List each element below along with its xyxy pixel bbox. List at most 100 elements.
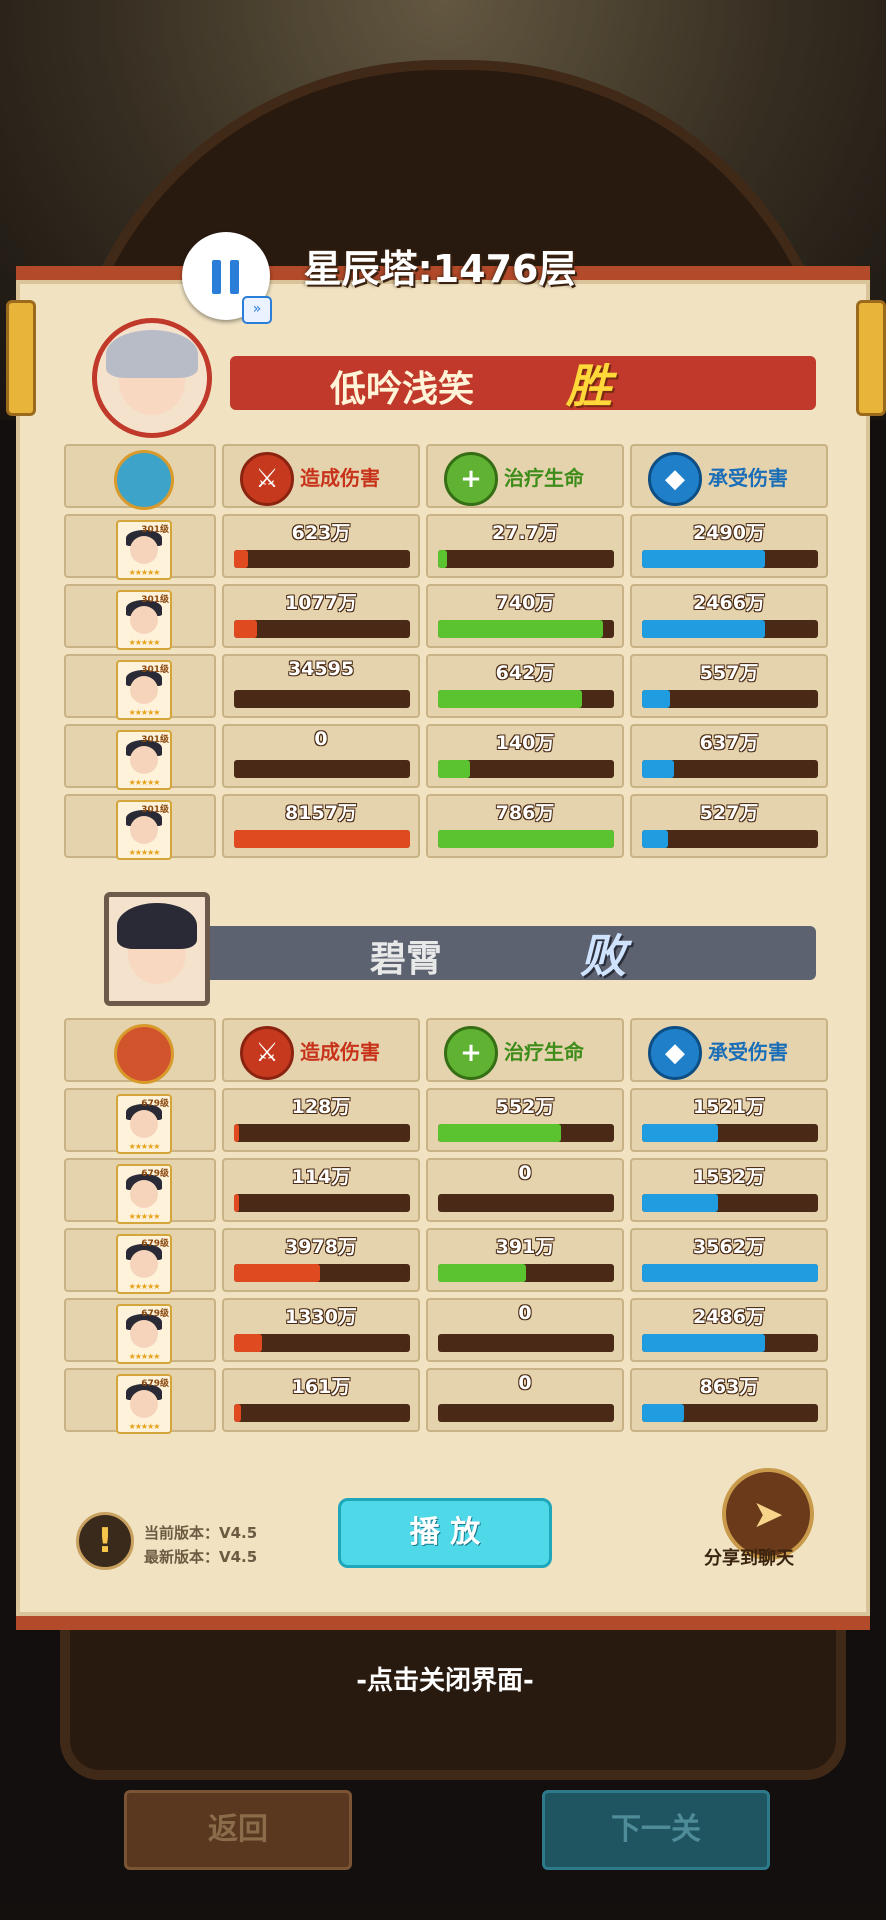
- hero-portrait[interactable]: 679级 ★★★★★: [116, 1234, 172, 1294]
- damage-cell: 1077万: [222, 584, 420, 648]
- stat-value: 1330万: [285, 1306, 357, 1328]
- hero-portrait[interactable]: 301级 ★★★★★: [116, 520, 172, 580]
- close-hint[interactable]: -点击关闭界面-: [320, 1660, 570, 1697]
- hero-portrait[interactable]: 679级 ★★★★★: [116, 1374, 172, 1434]
- hero-portrait[interactable]: 679级 ★★★★★: [116, 1164, 172, 1224]
- stat-bar: [438, 1124, 614, 1142]
- hero-cell: 679级 ★★★★★: [64, 1228, 216, 1294]
- star-rating: ★★★★★: [128, 778, 161, 787]
- stat-bar-fill: [234, 550, 249, 568]
- hero-level: 679级: [141, 1239, 169, 1249]
- taken-cell: 863万: [630, 1368, 828, 1432]
- hero-level: 301级: [141, 805, 169, 815]
- current-version: 当前版本：V4.5: [144, 1524, 258, 1542]
- winner-avatar: [92, 318, 212, 438]
- hero-level: 679级: [141, 1309, 169, 1319]
- play-button[interactable]: 播 放: [338, 1498, 552, 1568]
- star-rating: ★★★★★: [128, 1212, 161, 1221]
- back-button[interactable]: 返回: [124, 1790, 352, 1870]
- paper-plane-icon: ➤: [752, 1492, 784, 1536]
- stat-bar-fill: [642, 550, 766, 568]
- shield-icon: ◆: [648, 452, 702, 506]
- header-row: ⚔ 造成伤害 + 治疗生命 ◆ 承受伤害: [64, 444, 828, 514]
- stat-value: 27.7万: [492, 522, 558, 544]
- header-row: ⚔ 造成伤害 + 治疗生命 ◆ 承受伤害: [64, 1018, 828, 1088]
- heal-cell: 642万: [426, 654, 624, 718]
- stat-bar: [642, 1334, 818, 1352]
- hero-cell: 301级 ★★★★★: [64, 584, 216, 650]
- stat-value: 1532万: [693, 1166, 765, 1188]
- stat-bar-fill: [438, 620, 604, 638]
- stat-value: 128万: [291, 1096, 351, 1118]
- damage-cell: 3978万: [222, 1228, 420, 1292]
- fast-forward-icon[interactable]: »: [242, 296, 272, 324]
- win-label: 胜: [566, 359, 612, 413]
- heal-cell: 740万: [426, 584, 624, 648]
- blue-dragon-icon: [114, 450, 174, 510]
- table-row: 301级 ★★★★★ 1077万 740万 2466万: [64, 584, 828, 654]
- stat-bar-fill: [438, 1124, 562, 1142]
- table-row: 679级 ★★★★★ 3978万 391万 3562万: [64, 1228, 828, 1298]
- hero-portrait[interactable]: 301级 ★★★★★: [116, 800, 172, 860]
- red-dragon-icon: [114, 1024, 174, 1084]
- sword-icon: ⚔: [240, 452, 294, 506]
- stat-bar: [438, 690, 614, 708]
- damage-header: 造成伤害: [300, 1040, 380, 1064]
- stat-bar: [438, 1264, 614, 1282]
- table-row: 679级 ★★★★★ 128万 552万 1521万: [64, 1088, 828, 1158]
- hero-portrait[interactable]: 301级 ★★★★★: [116, 730, 172, 790]
- stat-value: 3562万: [693, 1236, 765, 1258]
- taken-cell: 2486万: [630, 1298, 828, 1362]
- stat-bar: [234, 1334, 410, 1352]
- stat-bar: [642, 1404, 818, 1422]
- pause-icon: [212, 260, 221, 294]
- star-rating: ★★★★★: [128, 1352, 161, 1361]
- damage-cell: 128万: [222, 1088, 420, 1152]
- warning-icon[interactable]: !: [76, 1512, 134, 1570]
- stat-value: 140万: [495, 732, 555, 754]
- stat-value: 34595: [287, 658, 355, 680]
- stat-bar-fill: [642, 1404, 685, 1422]
- winner-stats-table: ⚔ 造成伤害 + 治疗生命 ◆ 承受伤害 301级 ★★★★★ 623万 27.7万 2490…: [64, 444, 828, 864]
- stat-bar: [438, 620, 614, 638]
- winner-banner: 低吟浅笑 胜: [230, 356, 816, 413]
- winner-name: 低吟浅笑: [330, 369, 475, 410]
- stat-bar: [234, 690, 410, 708]
- stat-value: 0: [518, 1162, 532, 1184]
- next-level-button[interactable]: 下一关: [542, 1790, 770, 1870]
- stat-bar-fill: [642, 1334, 766, 1352]
- stat-bar: [234, 1124, 410, 1142]
- scroll-rod-left: [6, 300, 36, 416]
- stat-value: 0: [314, 728, 328, 750]
- stat-value: 552万: [495, 1096, 555, 1118]
- hero-level: 301级: [141, 665, 169, 675]
- hero-portrait[interactable]: 301级 ★★★★★: [116, 590, 172, 650]
- stat-bar: [438, 830, 614, 848]
- stat-bar-fill: [642, 1264, 818, 1282]
- table-row: 679级 ★★★★★ 1330万 0 2486万: [64, 1298, 828, 1368]
- stat-bar-fill: [234, 1124, 240, 1142]
- stat-bar-fill: [642, 620, 766, 638]
- table-row: 301级 ★★★★★ 8157万 786万 527万: [64, 794, 828, 864]
- stat-value: 740万: [495, 592, 555, 614]
- damage-cell: 34595: [222, 654, 420, 718]
- loser-banner: 碧霄 败: [190, 926, 816, 983]
- hero-portrait[interactable]: 301级 ★★★★★: [116, 660, 172, 720]
- hero-portrait[interactable]: 679级 ★★★★★: [116, 1094, 172, 1154]
- heal-cell: 0: [426, 1158, 624, 1222]
- stat-bar: [234, 760, 410, 778]
- stat-bar-fill: [438, 1264, 526, 1282]
- hero-portrait[interactable]: 679级 ★★★★★: [116, 1304, 172, 1364]
- pause-icon-bar: [230, 260, 239, 294]
- sword-icon: ⚔: [240, 1026, 294, 1080]
- stat-bar: [438, 1334, 614, 1352]
- table-row: 301级 ★★★★★ 34595 642万 557万: [64, 654, 828, 724]
- stat-bar: [234, 620, 410, 638]
- share-label[interactable]: 分享到聊天: [704, 1544, 794, 1570]
- stat-value: 863万: [699, 1376, 759, 1398]
- hero-level: 301级: [141, 735, 169, 745]
- stat-bar-fill: [438, 550, 447, 568]
- table-row: 679级 ★★★★★ 161万 0 863万: [64, 1368, 828, 1438]
- stat-bar: [642, 830, 818, 848]
- stat-bar-fill: [438, 690, 583, 708]
